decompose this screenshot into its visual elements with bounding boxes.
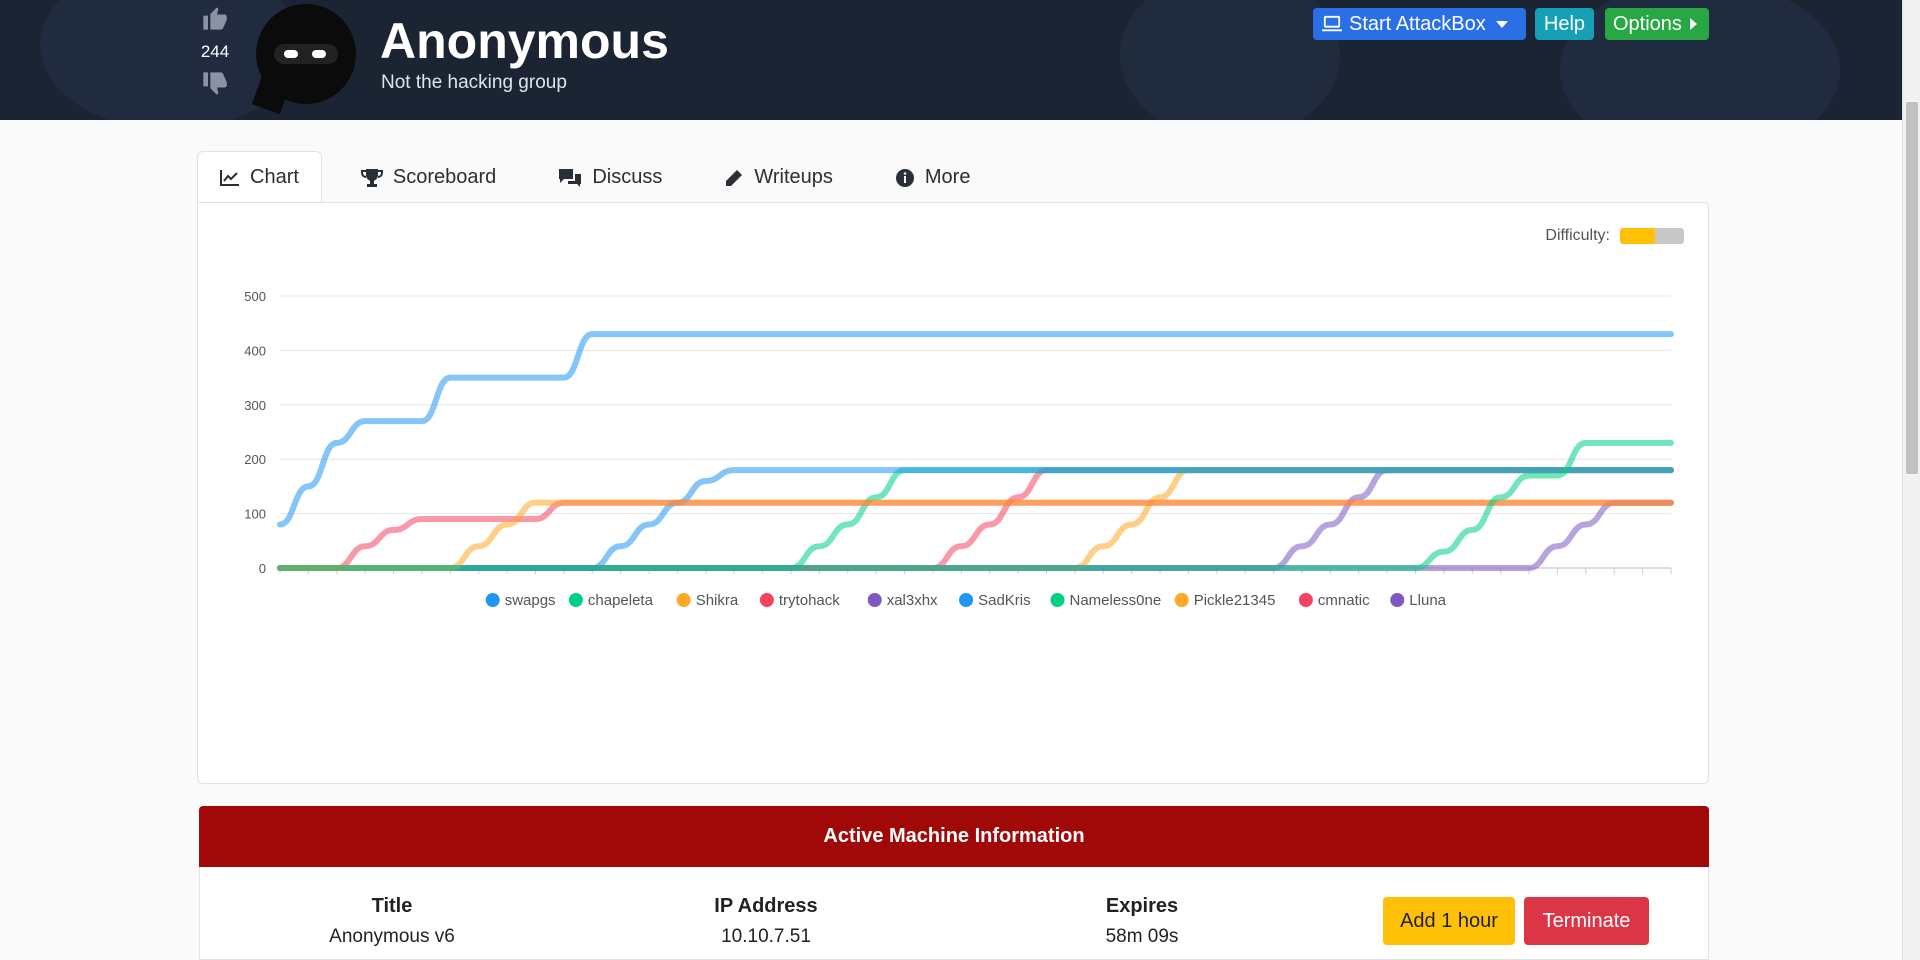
legend-label: Lluna [1409, 592, 1446, 609]
room-header: 244 Anonymous Not the hacking group Star… [0, 0, 1902, 120]
legend-marker [676, 593, 691, 607]
chart-panel: Difficulty: 0 100 200 300 400 500 swapgs chapel… [197, 202, 1709, 784]
machine-ip-label: IP Address [714, 895, 818, 917]
scrollbar-thumb[interactable] [1906, 102, 1918, 474]
machine-expires-column: Expires 58m 09s [1012, 895, 1272, 948]
legend-marker [867, 593, 882, 607]
trophy-icon [360, 168, 383, 187]
legend-label: Pickle21345 [1194, 592, 1276, 609]
add-hour-button[interactable]: Add 1 hour [1383, 897, 1515, 945]
help-button[interactable]: Help [1535, 8, 1594, 40]
header-background-art [1120, 0, 1340, 120]
machine-ip-value: 10.10.7.51 [721, 926, 811, 947]
tab-chart[interactable]: Chart [197, 151, 322, 203]
legend-label: xal3xhx [887, 592, 938, 609]
y-tick-label: 0 [259, 561, 266, 576]
start-attackbox-label: Start AttackBox [1349, 12, 1486, 35]
series-line-swapgs [277, 331, 1674, 528]
legend-label: chapeleta [588, 592, 654, 609]
comments-icon [559, 168, 582, 187]
active-machine-panel: Title Anonymous v6 IP Address 10.10.7.51… [199, 867, 1709, 960]
vote-count: 244 [200, 42, 230, 61]
tab-scoreboard-label: Scoreboard [392, 166, 497, 188]
legend-label: swapgs [505, 592, 556, 609]
legend-marker [485, 593, 500, 607]
room-logo [251, 4, 356, 115]
tab-more-label: More [924, 166, 971, 188]
laptop-icon [1322, 15, 1342, 32]
difficulty-bar [1620, 228, 1684, 244]
score-progress-chart: 0 100 200 300 400 500 swapgs chapeleta Shikra try… [244, 289, 1674, 609]
tab-scoreboard[interactable]: Scoreboard [338, 151, 519, 203]
legend-label: trytohack [779, 592, 840, 609]
y-tick-label: 400 [244, 343, 266, 358]
pen-icon [726, 169, 743, 186]
tab-more[interactable]: More [872, 151, 994, 203]
legend-marker [1390, 593, 1405, 607]
legend-marker [1298, 593, 1313, 607]
machine-expires-label: Expires [1105, 895, 1179, 917]
start-attackbox-button[interactable]: Start AttackBox [1313, 8, 1526, 40]
legend-marker [1050, 593, 1065, 607]
difficulty-label: Difficulty: [1545, 227, 1610, 244]
tab-discuss[interactable]: Discuss [535, 151, 685, 203]
info-circle-icon [895, 168, 914, 187]
thumbs-up-icon[interactable] [201, 4, 229, 32]
vote-widget: 244 [190, 4, 240, 98]
legend-label: SadKris [978, 592, 1031, 609]
page-scrollbar[interactable] [1902, 0, 1920, 960]
y-tick-label: 100 [244, 507, 266, 522]
tab-writeups[interactable]: Writeups [701, 151, 856, 203]
machine-title-column: Title Anonymous v6 [262, 895, 522, 948]
legend-marker [1174, 593, 1189, 607]
options-button[interactable]: Options [1605, 8, 1709, 40]
room-subtitle: Not the hacking group [381, 72, 567, 93]
chevron-down-icon[interactable] [1495, 20, 1508, 28]
tab-writeups-label: Writeups [754, 166, 833, 188]
legend-label: Shikra [696, 592, 739, 609]
active-machine-heading: Active Machine Information [199, 806, 1709, 867]
difficulty-bar-fill [1620, 228, 1656, 244]
legend-marker [568, 593, 583, 607]
machine-title-value: Anonymous v6 [329, 926, 455, 947]
tab-chart-label: Chart [250, 166, 299, 188]
thumbs-down-icon[interactable] [201, 70, 229, 98]
legend-label: cmnatic [1318, 592, 1370, 609]
legend-label: Nameless0ne [1070, 592, 1162, 609]
y-tick-label: 200 [244, 452, 266, 467]
room-tabs: Chart Scoreboard Discuss Writeups More [197, 151, 1009, 203]
machine-ip-column: IP Address 10.10.7.51 [636, 895, 896, 948]
legend-marker [959, 593, 974, 607]
y-tick-label: 500 [244, 289, 266, 304]
y-tick-label: 300 [244, 398, 266, 413]
tab-discuss-label: Discuss [592, 166, 663, 188]
terminate-button[interactable]: Terminate [1524, 897, 1649, 945]
chart-line-icon [220, 169, 239, 186]
room-title: Anonymous [380, 13, 669, 69]
help-label: Help [1543, 12, 1586, 35]
caret-right-icon [1689, 18, 1697, 30]
machine-expires-value: 58m 09s [1105, 926, 1179, 947]
difficulty-indicator: Difficulty: [1545, 227, 1684, 245]
options-label: Options [1613, 12, 1682, 35]
legend-marker [759, 593, 774, 607]
machine-title-label: Title [371, 895, 413, 917]
